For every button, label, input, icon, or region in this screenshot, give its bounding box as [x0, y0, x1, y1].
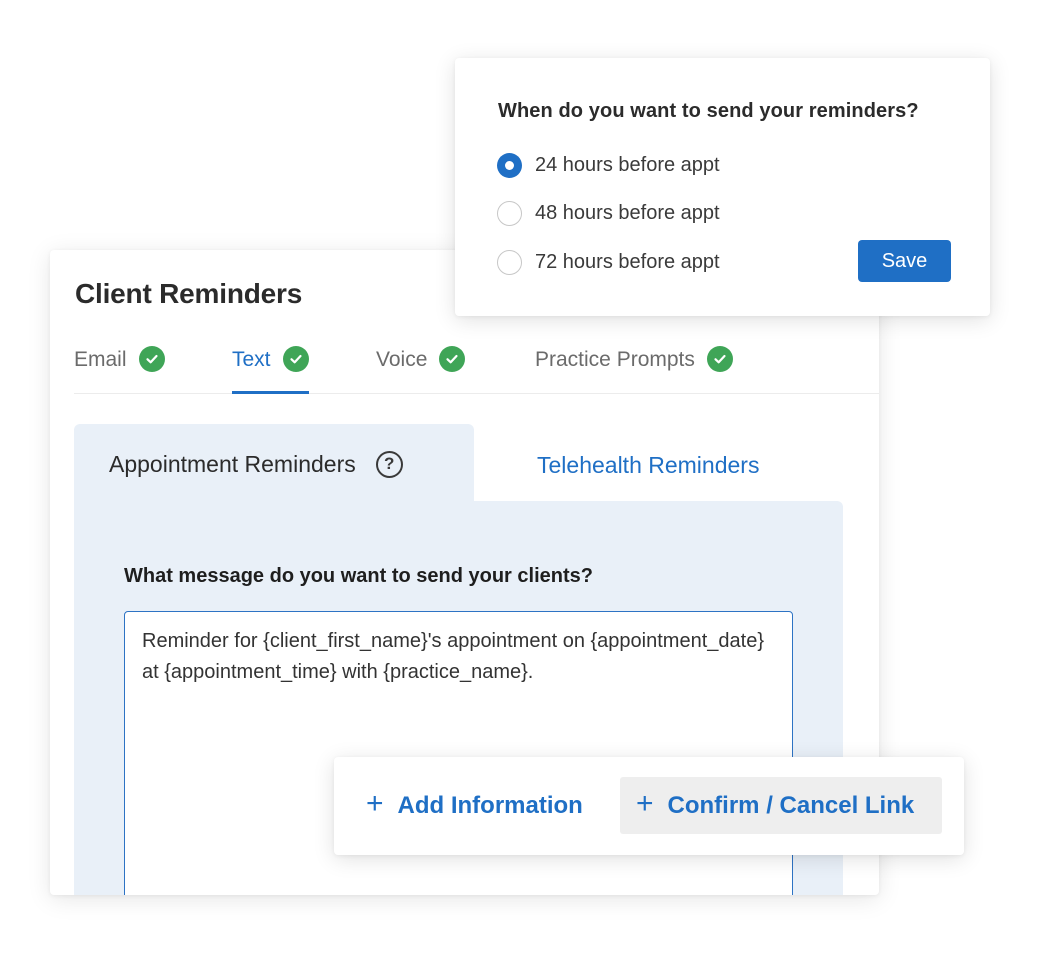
channel-tabs: Email Text Voice Practice Prompts [74, 346, 879, 394]
radio-button[interactable] [497, 250, 522, 275]
check-circle-icon [439, 346, 466, 372]
check-circle-icon [706, 346, 733, 372]
add-information-button[interactable]: + Add Information [362, 777, 587, 834]
radio-option-72h[interactable]: 72 hours before appt [497, 250, 720, 275]
tab-telehealth-reminders[interactable]: Telehealth Reminders [537, 452, 759, 479]
tab-label: Appointment Reminders [109, 450, 356, 477]
confirm-cancel-link-button[interactable]: + Confirm / Cancel Link [620, 777, 942, 834]
insert-toolbar: + Add Information + Confirm / Cancel Lin… [334, 757, 964, 855]
tab-label: Voice [376, 348, 428, 371]
radio-label: 48 hours before appt [535, 202, 720, 224]
tab-label: Email [74, 348, 127, 371]
reminder-type-tabs: Appointment Reminders ? Telehealth Remin… [74, 424, 842, 504]
tab-label: Text [232, 348, 271, 371]
tab-voice[interactable]: Voice [376, 346, 466, 394]
tab-label: Practice Prompts [535, 348, 695, 371]
tab-text[interactable]: Text [232, 346, 309, 394]
tab-practice-prompts[interactable]: Practice Prompts [535, 346, 733, 394]
plus-icon: + [636, 786, 654, 820]
radio-button-selected[interactable] [497, 153, 522, 178]
radio-label: 24 hours before appt [535, 154, 720, 176]
button-label: Confirm / Cancel Link [667, 791, 915, 819]
button-label: Add Information [397, 791, 583, 819]
plus-icon: + [366, 786, 384, 820]
timing-question: When do you want to send your reminders? [498, 100, 919, 122]
help-circle-icon[interactable]: ? [375, 450, 403, 478]
reminder-timing-card: When do you want to send your reminders?… [455, 58, 990, 316]
tab-email[interactable]: Email [74, 346, 165, 394]
radio-option-24h[interactable]: 24 hours before appt [497, 153, 720, 178]
radio-option-48h[interactable]: 48 hours before appt [497, 201, 720, 226]
save-button[interactable]: Save [858, 240, 951, 282]
tab-appointment-reminders[interactable]: Appointment Reminders ? [74, 424, 474, 504]
page-title: Client Reminders [75, 278, 303, 309]
radio-button[interactable] [497, 201, 522, 226]
check-circle-icon [138, 346, 165, 372]
check-circle-icon [282, 346, 309, 372]
message-label: What message do you want to send your cl… [124, 565, 593, 587]
radio-label: 72 hours before appt [535, 251, 720, 273]
